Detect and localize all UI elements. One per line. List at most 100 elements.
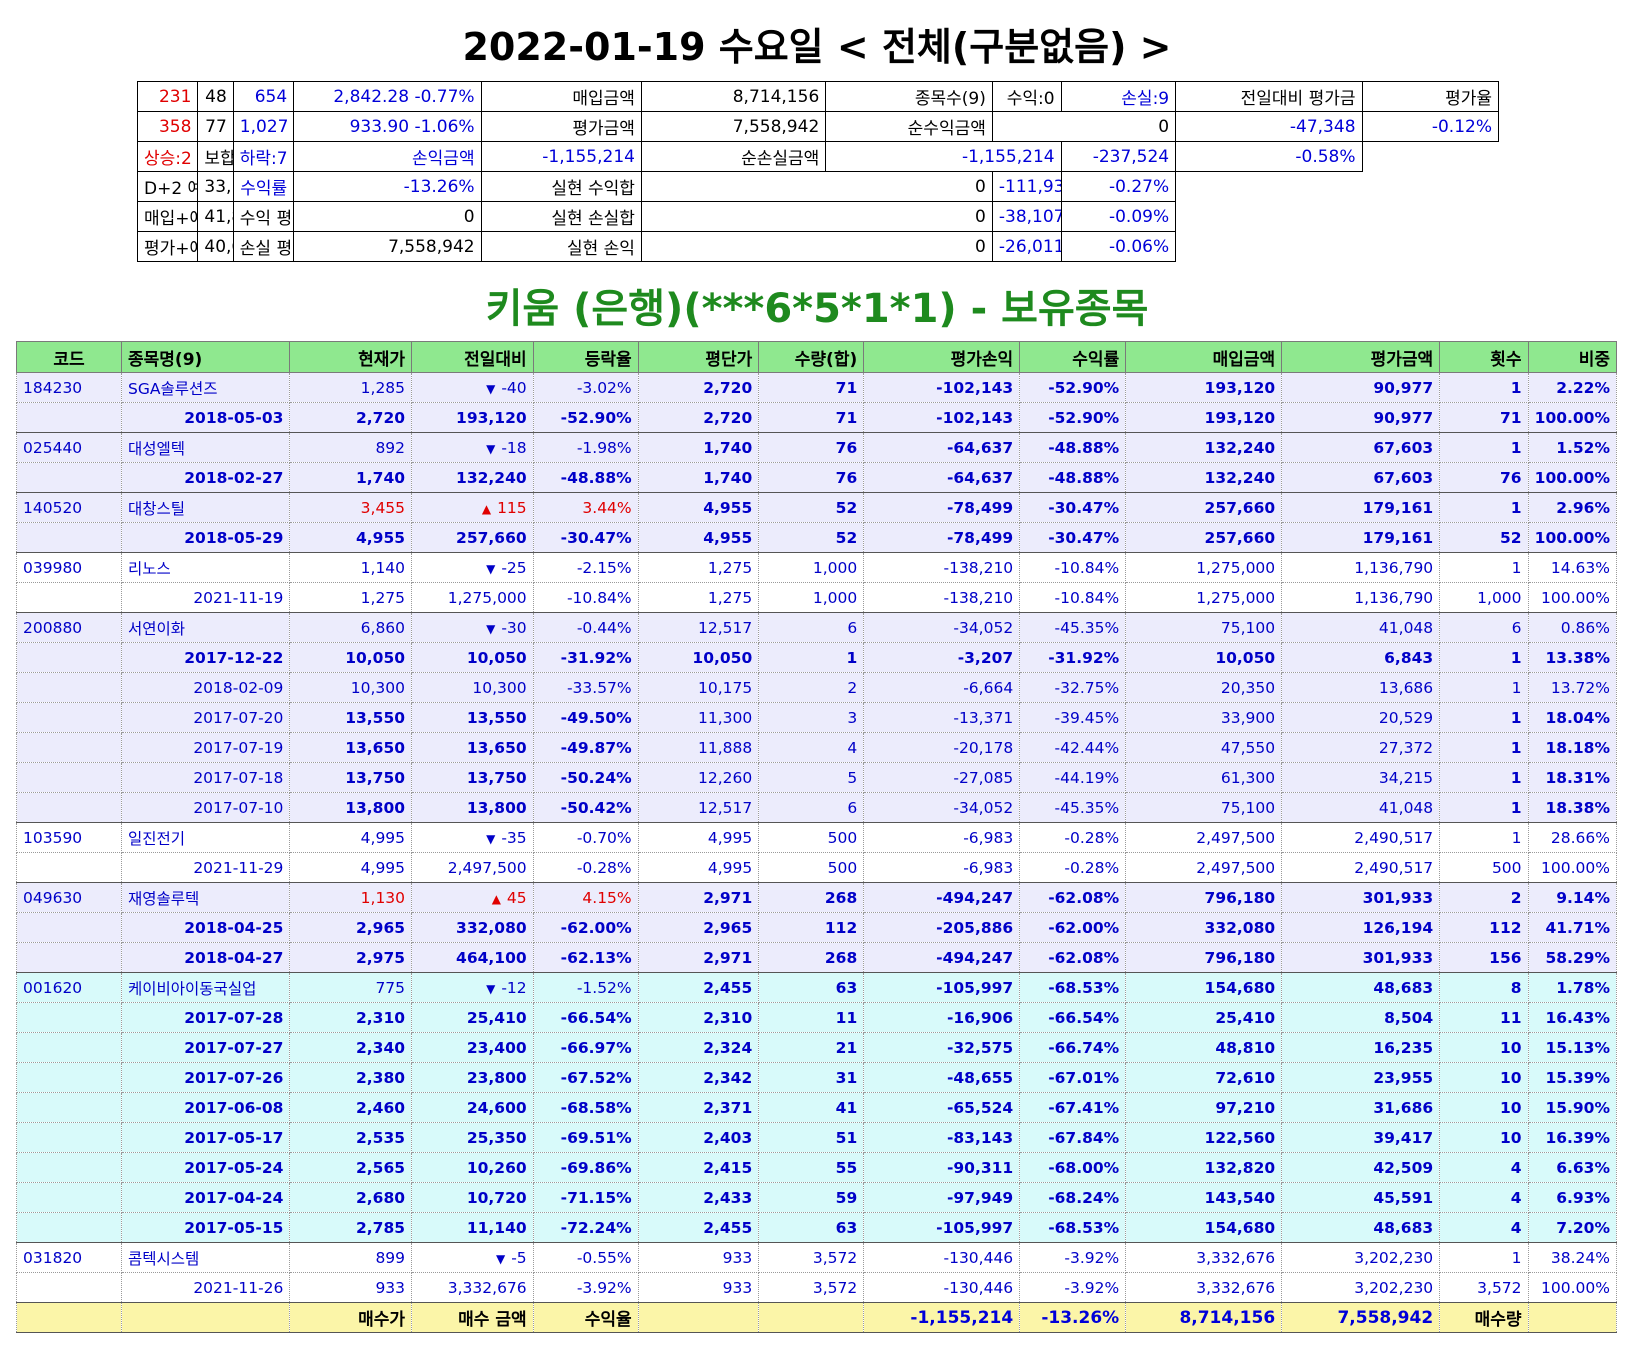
stock-row[interactable]: 039980 리노스 1,140 ▼ -25 -2.15% 1,275 1,000 -138,2… bbox=[16, 552, 1618, 583]
cell-pct: 100.00% bbox=[1527, 522, 1618, 553]
lot-row[interactable]: 2018-02-09 10,300 10,300 -33.57% 10,175 2 -6,6… bbox=[16, 672, 1618, 703]
total-cell: 수익율 bbox=[532, 1302, 639, 1333]
cell-pl: -494,247 bbox=[863, 882, 1021, 913]
total-cell bbox=[120, 1302, 291, 1333]
cell-rate: -2.15% bbox=[532, 552, 639, 583]
cell-qty: 3,572 bbox=[758, 1242, 865, 1273]
cell-pl: -64,637 bbox=[863, 432, 1021, 463]
column-header[interactable]: 평가금액 bbox=[1281, 341, 1441, 373]
lot-date: 2017-07-18 bbox=[120, 762, 291, 793]
cell-buy: 3,332,676 bbox=[1125, 1272, 1283, 1303]
stock-row[interactable]: 140520 대창스틸 3,455 ▲ 115 3.44% 4,955 52 -78,499 -3… bbox=[16, 492, 1618, 523]
lot-row[interactable]: 2017-07-27 2,340 23,400 -66.97% 2,324 21 -32,5… bbox=[16, 1032, 1618, 1063]
stock-name: 재영솔루텍 bbox=[120, 882, 291, 913]
cell-diff: 332,080 bbox=[411, 912, 534, 943]
lot-row[interactable]: 2018-04-27 2,975 464,100 -62.13% 2,971 268 -49… bbox=[16, 942, 1618, 973]
column-header[interactable]: 종목명(9) bbox=[120, 341, 291, 373]
stock-code: 140520 bbox=[16, 492, 122, 523]
column-header[interactable]: 평단가 bbox=[637, 341, 760, 373]
cell-ret: -45.35% bbox=[1019, 792, 1127, 823]
cell-cur: 10,300 bbox=[289, 672, 413, 703]
lot-row[interactable]: 2017-05-15 2,785 11,140 -72.24% 2,455 63 -105,… bbox=[16, 1212, 1618, 1243]
lot-row[interactable]: 2017-07-26 2,380 23,800 -67.52% 2,342 31 -48,6… bbox=[16, 1062, 1618, 1093]
stock-row[interactable]: 025440 대성엘텍 892 ▼ -18 -1.98% 1,740 76 -64,637 -48… bbox=[16, 432, 1618, 463]
cell-rate: -0.70% bbox=[532, 822, 639, 853]
lot-row[interactable]: 2017-07-28 2,310 25,410 -66.54% 2,310 11 -16,9… bbox=[16, 1002, 1618, 1033]
lot-row[interactable]: 2021-11-19 1,275 1,275,000 -10.84% 1,275 1,00… bbox=[16, 582, 1618, 613]
lot-row[interactable]: 2017-05-24 2,565 10,260 -69.86% 2,415 55 -90,3… bbox=[16, 1152, 1618, 1183]
cell-eval: 41,048 bbox=[1281, 792, 1441, 823]
lot-row[interactable]: 2017-06-08 2,460 24,600 -68.58% 2,371 41 -65,5… bbox=[16, 1092, 1618, 1123]
column-header[interactable]: 수량(합) bbox=[758, 341, 865, 373]
lot-row[interactable]: 2018-02-27 1,740 132,240 -48.88% 1,740 76 -64,… bbox=[16, 462, 1618, 493]
lot-row[interactable]: 2017-07-20 13,550 13,550 -49.50% 11,300 3 -13,… bbox=[16, 702, 1618, 733]
lot-row[interactable]: 2017-12-22 10,050 10,050 -31.92% 10,050 1 -3,2… bbox=[16, 642, 1618, 673]
cell-ret: -42.44% bbox=[1019, 732, 1127, 763]
column-header[interactable]: 등락율 bbox=[532, 341, 639, 373]
cell-cnt: 1 bbox=[1439, 1242, 1529, 1273]
column-header[interactable]: 평가손익 bbox=[863, 341, 1021, 373]
cell-cnt: 1 bbox=[1439, 492, 1529, 523]
lot-row[interactable]: 2017-05-17 2,535 25,350 -69.51% 2,403 51 -83,1… bbox=[16, 1122, 1618, 1153]
cell-pct: 16.43% bbox=[1527, 1002, 1618, 1033]
total-cell: -1,155,214 bbox=[863, 1302, 1021, 1333]
cell-cnt: 10 bbox=[1439, 1092, 1529, 1123]
summary-cell: 순수익금액 bbox=[825, 111, 993, 142]
stock-row[interactable]: 031820 콤텍시스템 899 ▼ -5 -0.55% 933 3,572 -130,446-… bbox=[16, 1242, 1618, 1273]
cell-cur: 892 bbox=[289, 432, 413, 463]
summary-cell: 손익금액 bbox=[293, 141, 482, 172]
cell-rate: -3.02% bbox=[532, 372, 639, 403]
stock-row[interactable]: 184230 SGA솔루션즈 1,285 ▼ -40 -3.02% 2,720 71 -102,… bbox=[16, 372, 1618, 403]
cell-cur: 6,860 bbox=[289, 612, 413, 643]
cell-rate: -49.50% bbox=[532, 702, 639, 733]
lot-row[interactable]: 2017-07-10 13,800 13,800 -50.42% 12,517 6 -34,… bbox=[16, 792, 1618, 823]
column-header[interactable]: 매입금액 bbox=[1125, 341, 1283, 373]
column-header[interactable]: 전일대비 bbox=[411, 341, 534, 373]
lot-row[interactable]: 2021-11-26 933 3,332,676 -3.92% 933 3,572 -130… bbox=[16, 1272, 1618, 1303]
stock-row[interactable]: 001620 케이비아이동국실업 775 ▼ -12 -1.52% 2,455 63 -105,… bbox=[16, 972, 1618, 1003]
lot-row[interactable]: 2017-04-24 2,680 10,720 -71.15% 2,433 59 -97,9… bbox=[16, 1182, 1618, 1213]
stock-row[interactable]: 049630 재영솔루텍 1,130 ▲ 45 4.15% 2,971 268 -494,247… bbox=[16, 882, 1618, 913]
cell-eval: 41,048 bbox=[1281, 612, 1441, 643]
lot-row[interactable]: 2021-11-29 4,995 2,497,500 -0.28% 4,995 500 -6… bbox=[16, 852, 1618, 883]
cell-qty: 59 bbox=[758, 1182, 865, 1213]
summary-cell: 상승:2 bbox=[136, 141, 199, 172]
cell-diff: 23,800 bbox=[411, 1062, 534, 1093]
cell-qty: 112 bbox=[758, 912, 865, 943]
lot-row[interactable]: 2018-04-25 2,965 332,080 -62.00% 2,965 112 -20… bbox=[16, 912, 1618, 943]
column-header[interactable]: 현재가 bbox=[289, 341, 413, 373]
cell-buy: 48,810 bbox=[1125, 1032, 1283, 1063]
cell-buy: 154,680 bbox=[1125, 1212, 1283, 1243]
stock-row[interactable]: 200880 서연이화 6,860 ▼ -30 -0.44% 12,517 6 -34,052-… bbox=[16, 612, 1618, 643]
summary-cell: 수익 평가금 bbox=[232, 201, 295, 232]
cell-avg: 4,995 bbox=[637, 822, 760, 853]
lot-row[interactable]: 2018-05-29 4,955 257,660 -30.47% 4,955 52 -78,… bbox=[16, 522, 1618, 553]
cell-pl: -65,524 bbox=[863, 1092, 1021, 1123]
lot-row[interactable]: 2017-07-18 13,750 13,750 -50.24% 12,260 5 -27,… bbox=[16, 762, 1618, 793]
total-cell: 매수가 bbox=[289, 1302, 413, 1333]
column-header[interactable]: 횟수 bbox=[1439, 341, 1529, 373]
total-cell: 매수 금액 bbox=[411, 1302, 534, 1333]
cell-buy: 332,080 bbox=[1125, 912, 1283, 943]
cell-ret: -30.47% bbox=[1019, 522, 1127, 553]
lot-row[interactable]: 2018-05-03 2,720 193,120 -52.90% 2,720 71 -102… bbox=[16, 402, 1618, 433]
cell-eval: 301,933 bbox=[1281, 882, 1441, 913]
summary-cell: 평가금액 bbox=[480, 111, 642, 142]
cell-diff: ▼ -25 bbox=[411, 552, 534, 583]
stock-code bbox=[16, 1032, 122, 1063]
cell-buy: 257,660 bbox=[1125, 492, 1283, 523]
column-header[interactable]: 비중 bbox=[1527, 341, 1618, 373]
column-header[interactable]: 수익률 bbox=[1019, 341, 1127, 373]
summary-cell: D+2 예수금 bbox=[136, 171, 199, 202]
column-header[interactable]: 코드 bbox=[16, 341, 122, 373]
cell-pl: -205,886 bbox=[863, 912, 1021, 943]
lot-row[interactable]: 2017-07-19 13,650 13,650 -49.87% 11,888 4 -20,… bbox=[16, 732, 1618, 763]
cell-qty: 76 bbox=[758, 432, 865, 463]
cell-diff: 10,300 bbox=[411, 672, 534, 703]
cell-cnt: 3,572 bbox=[1439, 1272, 1529, 1303]
cell-avg: 10,175 bbox=[637, 672, 760, 703]
cell-buy: 1,275,000 bbox=[1125, 552, 1283, 583]
stock-row[interactable]: 103590 일진전기 4,995 ▼ -35 -0.70% 4,995 500 -6,983-… bbox=[16, 822, 1618, 853]
stock-code bbox=[16, 1062, 122, 1093]
cell-qty: 21 bbox=[758, 1032, 865, 1063]
